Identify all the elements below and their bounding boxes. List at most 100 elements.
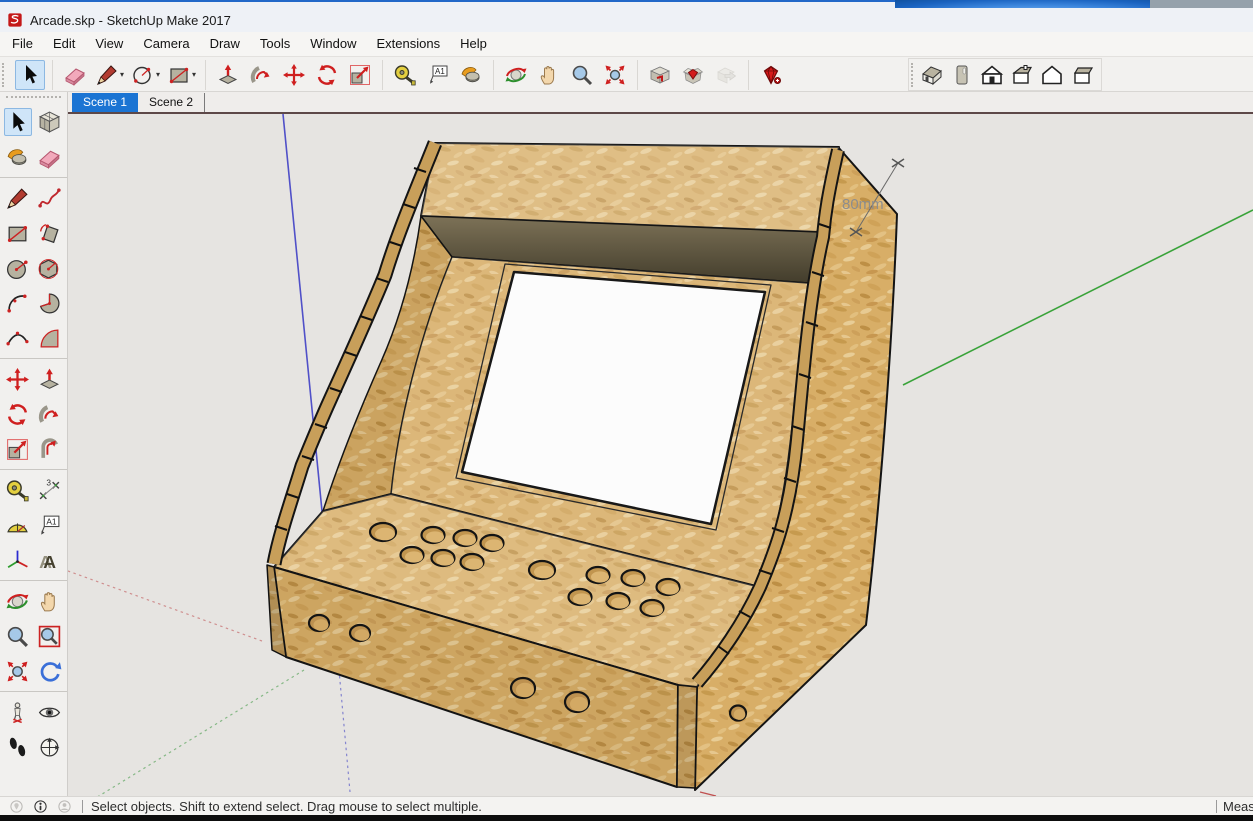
sidebar-tool-circle[interactable] <box>4 254 32 282</box>
tool-view-left[interactable] <box>1067 60 1097 90</box>
credits-info-icon[interactable] <box>33 799 48 814</box>
tool-view-right[interactable] <box>1007 60 1037 90</box>
sidebar-tool-eraser[interactable] <box>35 143 63 171</box>
status-bar: Select objects. Shift to extend select. … <box>0 796 1253 815</box>
move-icon <box>5 367 30 392</box>
window-title: Arcade.skp - SketchUp Make 2017 <box>30 13 231 28</box>
tool-share-component[interactable] <box>711 60 741 90</box>
title-bar[interactable]: Arcade.skp - SketchUp Make 2017 <box>0 8 1253 32</box>
tool-shapes[interactable]: ▾ <box>165 60 198 90</box>
menu-camera[interactable]: Camera <box>133 32 199 56</box>
sidebar-tool-orbit[interactable] <box>4 587 32 615</box>
sidebar-tool-walk[interactable] <box>4 733 32 761</box>
sidebar-tool-three-point-arc[interactable] <box>4 324 32 352</box>
tool-eraser[interactable] <box>60 60 90 90</box>
sidebar-tool-line[interactable] <box>4 184 32 212</box>
tool-text[interactable] <box>423 60 453 90</box>
menu-extensions[interactable]: Extensions <box>367 32 451 56</box>
tool-view-iso[interactable] <box>917 60 947 90</box>
sidebar-tool-dimensions[interactable] <box>35 476 63 504</box>
toolbar-group <box>8 60 53 90</box>
sidebar-tool-select[interactable] <box>4 108 32 136</box>
tool-share-model[interactable] <box>678 60 708 90</box>
menu-edit[interactable]: Edit <box>43 32 85 56</box>
geolocation-icon[interactable] <box>9 799 24 814</box>
sidebar-tool-arc[interactable] <box>4 289 32 317</box>
tool-3d-warehouse[interactable] <box>645 60 675 90</box>
scene-tab-scene-1[interactable]: Scene 1 <box>72 93 138 112</box>
sidebar-tool-protractor[interactable] <box>4 511 32 539</box>
sidebar-tool-previous[interactable] <box>35 657 63 685</box>
sidebar-tool-paint-bucket[interactable] <box>4 143 32 171</box>
sidebar-tool-zoom-extents[interactable] <box>4 657 32 685</box>
menu-view[interactable]: View <box>85 32 133 56</box>
menu-file[interactable]: File <box>2 32 43 56</box>
tool-arcs-dropdown[interactable]: ▾ <box>156 70 160 79</box>
tool-select[interactable] <box>15 60 45 90</box>
sidebar-tool-look-around[interactable] <box>35 698 63 726</box>
sidebar-tool-zoom[interactable] <box>4 622 32 650</box>
views-toolbar-drag-handle[interactable] <box>911 63 914 87</box>
arcs-icon <box>131 63 155 87</box>
tool-pan[interactable] <box>534 60 564 90</box>
viewport[interactable]: 80mm <box>68 114 1253 796</box>
sidebar-drag-handle[interactable] <box>6 96 61 99</box>
scene-tab-scene-2[interactable]: Scene 2 <box>138 93 205 112</box>
sidebar-tool-move[interactable] <box>4 365 32 393</box>
status-separator <box>82 800 83 813</box>
viewport-canvas[interactable]: 80mm <box>68 114 1253 796</box>
tool-extension-warehouse[interactable] <box>756 60 786 90</box>
tool-follow-me[interactable] <box>246 60 276 90</box>
tool-line[interactable]: ▾ <box>93 60 126 90</box>
sidebar-tool-push-pull[interactable] <box>35 365 63 393</box>
sidebar-tool-tape-measure[interactable] <box>4 476 32 504</box>
pencil-icon <box>5 186 30 211</box>
menu-draw[interactable]: Draw <box>200 32 250 56</box>
tool-zoom[interactable] <box>567 60 597 90</box>
sidebar-tool-3d-text[interactable] <box>35 546 63 574</box>
sidebar-tool-position-camera[interactable] <box>4 698 32 726</box>
followme-icon <box>37 402 62 427</box>
tool-orbit[interactable] <box>501 60 531 90</box>
tool-tape-measure[interactable] <box>390 60 420 90</box>
sidebar-tool-make-component[interactable] <box>35 108 63 136</box>
menu-window[interactable]: Window <box>300 32 366 56</box>
sidebar-tool-offset[interactable] <box>35 435 63 463</box>
sidebar-tool-follow-me[interactable] <box>35 400 63 428</box>
tool-zoom-extents[interactable] <box>600 60 630 90</box>
pie-icon <box>37 291 62 316</box>
sidebar-tool-pan[interactable] <box>35 587 63 615</box>
sidebar-tool-section-plane[interactable] <box>35 733 63 761</box>
desktop-wallpaper-strip <box>0 0 1253 8</box>
sidebar-tool-scale[interactable] <box>4 435 32 463</box>
tool-push-pull[interactable] <box>213 60 243 90</box>
sidebar-tool-two-point-arc[interactable] <box>35 289 63 317</box>
menu-tools[interactable]: Tools <box>250 32 300 56</box>
tool-line-dropdown[interactable]: ▾ <box>120 70 124 79</box>
orbit-icon <box>504 63 528 87</box>
sidebar-tool-polygon[interactable] <box>35 254 63 282</box>
tool-view-back[interactable] <box>1037 60 1067 90</box>
zoom-icon <box>570 63 594 87</box>
tool-paint-bucket[interactable] <box>456 60 486 90</box>
menu-help[interactable]: Help <box>450 32 497 56</box>
sidebar-tool-axes[interactable] <box>4 546 32 574</box>
tool-rotate[interactable] <box>312 60 342 90</box>
tool-shapes-dropdown[interactable]: ▾ <box>192 70 196 79</box>
share-icon <box>681 63 705 87</box>
sidebar-tool-rotated-rectangle[interactable] <box>35 219 63 247</box>
tool-view-front[interactable] <box>977 60 1007 90</box>
tool-view-top[interactable] <box>947 60 977 90</box>
tool-move[interactable] <box>279 60 309 90</box>
sidebar-tool-rectangle[interactable] <box>4 219 32 247</box>
sidebar-tool-text[interactable] <box>35 511 63 539</box>
tool-arcs[interactable]: ▾ <box>129 60 162 90</box>
toolbar-drag-handle[interactable] <box>2 63 5 87</box>
sidebar-tool-zoom-window[interactable] <box>35 622 63 650</box>
sidebar-tool-freehand[interactable] <box>35 184 63 212</box>
tool-scale[interactable] <box>345 60 375 90</box>
sidebar-tool-pie[interactable] <box>35 324 63 352</box>
sidebar-tool-rotate[interactable] <box>4 400 32 428</box>
sidebar-group <box>0 581 67 692</box>
sign-in-icon[interactable] <box>57 799 72 814</box>
